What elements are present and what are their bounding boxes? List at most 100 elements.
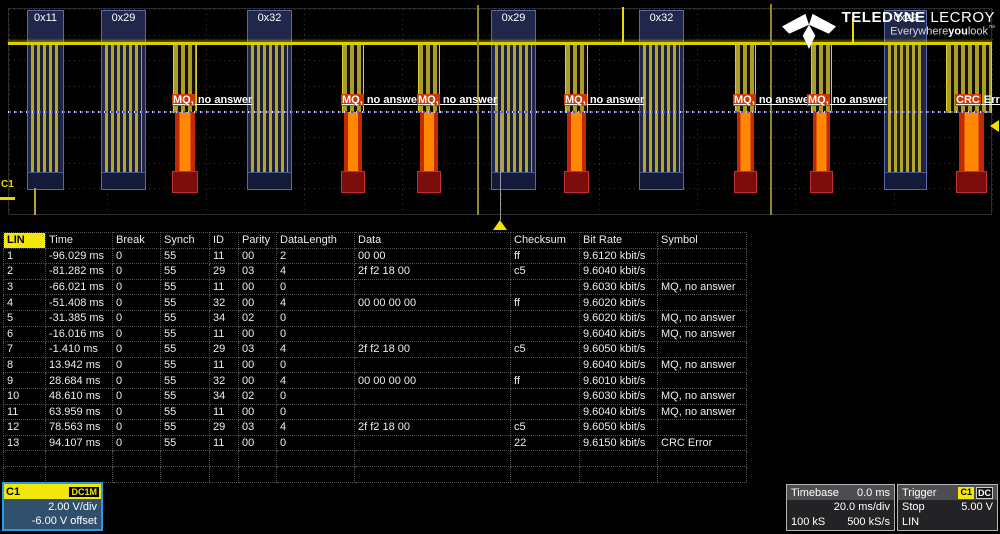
table-cell: 0 (113, 404, 161, 420)
timebase-title: Timebase (791, 487, 839, 499)
table-cell: 4 (277, 420, 355, 436)
vertical-scale: 2.00 V/div (4, 500, 97, 514)
table-cell (277, 451, 355, 467)
table-cell: 55 (161, 435, 210, 451)
col-header-parity: Parity (239, 233, 277, 249)
error-footer (564, 171, 589, 193)
table-cell: -1.410 ms (46, 342, 113, 358)
table-cell (355, 435, 511, 451)
table-cell: 4 (4, 295, 46, 311)
lin-error-burst (420, 43, 438, 193)
table-row[interactable] (4, 451, 747, 467)
table-cell: 29 (210, 342, 239, 358)
table-row[interactable]: 2-81.282 ms055290342f f2 18 00c59.6040 k… (4, 264, 747, 280)
decode-annotation: MQ, no answer (341, 94, 421, 107)
table-cell: 9.6040 kbit/s (580, 264, 658, 280)
table-row[interactable]: 813.942 ms055110009.6040 kbit/sMQ, no an… (4, 357, 747, 373)
trigger-position-marker-icon[interactable] (493, 220, 507, 230)
coupling-badge: DC1M (69, 487, 99, 497)
table-cell: 0 (277, 404, 355, 420)
trigger-mode-row: Stop 5.00 V (898, 500, 997, 515)
timebase-descriptor-box[interactable]: Timebase 0.0 ms 20.0 ms/div 100 kS 500 k… (786, 484, 895, 531)
trigger-descriptor-box[interactable]: Trigger C1 DC Stop 5.00 V LIN (897, 484, 998, 531)
frame-id-label: 0x11 (28, 12, 63, 24)
table-row[interactable]: 7-1.410 ms055290342f f2 18 00c59.6050 kb… (4, 342, 747, 358)
table-cell: 1 (4, 248, 46, 264)
table-cell: 7 (4, 342, 46, 358)
table-cell: c5 (511, 264, 580, 280)
channel1-descriptor-box[interactable]: C1 DC1M 2.00 V/div -6.00 V offset (2, 482, 103, 531)
table-cell: 00 00 00 00 (355, 373, 511, 389)
table-cell: 8 (4, 357, 46, 373)
lin-error-burst (737, 43, 754, 193)
table-cell: 3 (4, 279, 46, 295)
table-cell: 55 (161, 326, 210, 342)
error-footer (734, 171, 757, 193)
table-cell: 34 (210, 310, 239, 326)
table-row[interactable]: 1-96.029 ms0551100200 00ff9.6120 kbit/s (4, 248, 747, 264)
trigger-level-marker-icon[interactable] (990, 120, 999, 132)
table-cell: 94.107 ms (46, 435, 113, 451)
table-row[interactable]: 1278.563 ms055290342f f2 18 00c59.6050 k… (4, 420, 747, 436)
table-cell (658, 342, 747, 358)
table-row[interactable] (4, 466, 747, 482)
lin-frame-0x29: 0x29 (101, 10, 146, 190)
table-cell: -81.282 ms (46, 264, 113, 280)
table-cell: 9.6030 kbit/s (580, 388, 658, 404)
table-cell: 55 (161, 295, 210, 311)
channel1-marker-label: C1 (1, 179, 14, 190)
decode-table[interactable]: LINTimeBreakSynchIDParityDataLengthDataC… (3, 232, 747, 483)
trigger-title: Trigger (902, 487, 936, 499)
table-cell: -16.016 ms (46, 326, 113, 342)
table-cell: 0 (113, 279, 161, 295)
table-row[interactable]: 6-16.016 ms055110009.6040 kbit/sMQ, no a… (4, 326, 747, 342)
col-header-lin: LIN (4, 233, 46, 249)
trigger-position-line (500, 112, 501, 220)
table-cell (511, 388, 580, 404)
lin-frame-0x32: 0x32 (639, 10, 684, 190)
table-cell (4, 466, 46, 482)
frame-data-bits (31, 45, 60, 172)
table-row[interactable]: 1048.610 ms055340209.6030 kbit/sMQ, no a… (4, 388, 747, 404)
table-cell (277, 466, 355, 482)
table-cell: 0 (277, 435, 355, 451)
table-cell: 55 (161, 420, 210, 436)
frame-id-label: 0x29 (102, 12, 145, 24)
decode-annotation: MQ, no answer (172, 94, 252, 107)
brand-name: TELEDYNE LECROY (842, 9, 995, 26)
table-cell: 4 (277, 373, 355, 389)
table-cell: 00 (239, 373, 277, 389)
table-cell (113, 466, 161, 482)
table-cell (355, 357, 511, 373)
table-cell: 03 (239, 342, 277, 358)
sample-count: 100 kS (791, 515, 825, 530)
decode-annotation: MQ, no answer (564, 94, 644, 107)
table-row[interactable]: 5-31.385 ms055340209.6020 kbit/sMQ, no a… (4, 310, 747, 326)
table-cell: 0 (113, 342, 161, 358)
table-cell: 4 (277, 295, 355, 311)
channel1-settings: 2.00 V/div -6.00 V offset (4, 499, 101, 528)
table-cell: 0 (113, 420, 161, 436)
table-cell: 0 (113, 264, 161, 280)
table-row[interactable]: 928.684 ms0553200400 00 00 00ff9.6010 kb… (4, 373, 747, 389)
channel1-ground-marker (0, 197, 15, 200)
table-cell: 55 (161, 342, 210, 358)
table-row[interactable]: 1163.959 ms055110009.6040 kbit/sMQ, no a… (4, 404, 747, 420)
table-row[interactable]: 1394.107 ms05511000229.6150 kbit/sCRC Er… (4, 435, 747, 451)
table-cell (46, 451, 113, 467)
table-row[interactable]: 3-66.021 ms055110009.6030 kbit/sMQ, no a… (4, 279, 747, 295)
table-cell: 11 (210, 435, 239, 451)
table-cell (355, 310, 511, 326)
table-cell: 0 (113, 388, 161, 404)
col-header-data: Data (355, 233, 511, 249)
table-cell: 55 (161, 248, 210, 264)
table-cell: ff (511, 248, 580, 264)
table-cell (511, 451, 580, 467)
table-row[interactable]: 4-51.408 ms0553200400 00 00 00ff9.6020 k… (4, 295, 747, 311)
table-cell: 55 (161, 388, 210, 404)
table-cell (511, 326, 580, 342)
table-cell: 0 (113, 357, 161, 373)
table-cell: 34 (210, 388, 239, 404)
table-cell: 0 (277, 326, 355, 342)
decode-annotation: MQ, no answer (733, 94, 813, 107)
